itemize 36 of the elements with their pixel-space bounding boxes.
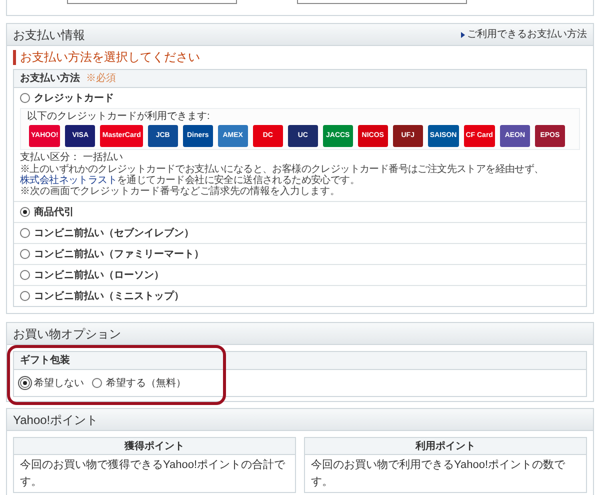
gift-label: ギフト包装 [20,354,70,368]
points-text: 今回のお買い物で利用できるYahoo!ポイントの数です。 [310,458,566,490]
payment-prompt: お支払い方法を選択してください [13,50,587,65]
installment-text: 支払い区分： 一括払い [20,152,124,164]
payment-methods-link[interactable]: ご利用できるお支払い方法 [461,27,587,42]
select-field[interactable] [67,0,237,4]
card-intro-text: 以下のクレジットカードが利用できます: [27,111,211,123]
payment-option[interactable]: コンビニ前払い（ローソン） [14,265,586,285]
radio-button[interactable] [20,291,30,301]
required-mark: ※必須 [86,72,116,86]
payment-option[interactable]: コンビニ前払い（ミニストップ） [14,286,586,306]
radio-button[interactable] [20,207,30,217]
panel-title: お支払い情報 [13,26,85,44]
radio-button[interactable] [20,249,30,259]
payment-option[interactable]: クレジットカード [14,88,586,108]
section-label: お支払い方法 [20,71,80,86]
radio-button[interactable] [20,378,30,388]
select-field[interactable] [297,0,467,4]
payment-option[interactable]: コンビニ前払い（ファミリーマート） [14,244,586,264]
panel-title: Yahoo!ポイント [13,412,98,428]
radio-button[interactable] [20,228,30,238]
payment-option[interactable]: コンビニ前払い（セブンイレブン） [14,223,586,243]
points-heading: 利用ポイント [305,438,586,455]
radio-button[interactable] [92,378,102,388]
payment-option[interactable]: 商品代引 [14,202,586,222]
radio-button[interactable] [20,270,30,280]
radio-button[interactable] [20,93,30,103]
gift-option[interactable]: 希望しない [20,376,84,390]
triangle-icon [461,32,465,38]
points-heading: 獲得ポイント [14,438,295,455]
panel-title: お買い物オプション [13,326,121,342]
input-note: ※次の画面でクレジットカード番号などご請求先の情報を入力します。 [20,186,341,197]
gift-option[interactable]: 希望する（無料） [92,376,186,390]
company-link[interactable]: 株式会社ネットラスト [20,175,118,186]
security-note: ※上のいずれかのクレジットカードでお支払いになると、お客様のクレジットカード番号はご注文先ストアを経由せず、 株式会社ネットラスト を通じてカード会社に安全に送信されるため安心です。 [20,164,545,186]
points-text: 今回のお買い物で獲得できるYahoo!ポイントの合計です。 [19,458,286,490]
